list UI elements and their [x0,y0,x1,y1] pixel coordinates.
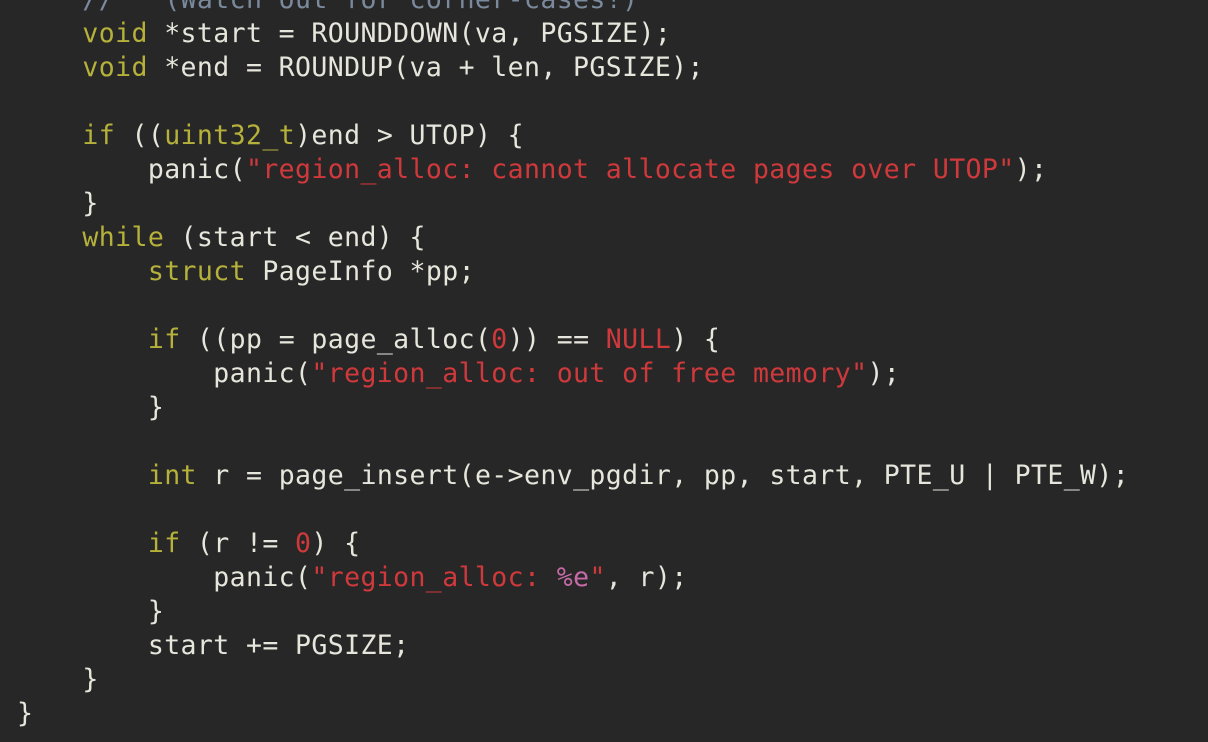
code-token: void [82,18,148,49]
code-line: if (r != 0) { [17,527,360,561]
code-token: ((pp = page_alloc( [180,324,492,355]
code-line: panic("region_alloc: cannot allocate pag… [17,153,1047,187]
code-token: (start < end) { [164,222,426,253]
code-token: // (Watch out for corner-cases!) [82,0,638,15]
code-line: start += PGSIZE; [17,629,410,663]
code-token: " [589,562,606,593]
code-line: } [17,663,99,697]
code-token: )end > UTOP) { [295,120,525,151]
code-token: )) == [507,324,606,355]
code-line: panic("region_alloc: %e", r); [17,561,688,595]
code-token: } [17,188,99,219]
code-token: if [147,324,181,355]
code-line: // (Watch out for corner-cases!) [17,0,638,17]
code-line: void *start = ROUNDDOWN(va, PGSIZE); [17,17,671,51]
code-token: "region_alloc: [311,562,557,593]
code-token: panic( [17,154,246,185]
code-token: NULL [605,324,672,355]
code-line: void *end = ROUNDUP(va + len, PGSIZE); [17,51,704,85]
code-token: if [147,528,181,559]
code-token: ) { [311,528,361,559]
code-token: void [82,52,148,83]
code-line: struct PageInfo *pp; [17,255,475,289]
code-token: start += PGSIZE; [17,630,410,661]
code-token: int [147,460,197,491]
code-token: 0 [295,528,312,559]
code-line: int r = page_insert(e->env_pgdir, pp, st… [17,459,1129,493]
code-token: } [17,664,99,695]
code-line: } [17,187,99,221]
code-line: } [17,697,33,731]
code-token: *end = ROUNDUP(va + len, PGSIZE); [147,52,704,83]
code-token: ) { [671,324,721,355]
code-token: panic( [17,562,312,593]
code-token: if [82,120,116,151]
code-token: } [17,392,165,423]
code-token: PageInfo *pp; [245,256,475,287]
code-token: while [82,222,165,253]
code-token: %e [556,562,590,593]
code-line: while (start < end) { [17,221,426,255]
code-token: "region_alloc: out of free memory" [311,358,868,389]
code-token: 0 [491,324,508,355]
code-line: panic("region_alloc: out of free memory"… [17,357,900,391]
code-token: (( [115,120,165,151]
code-token: (r != [180,528,296,559]
code-token: } [17,596,165,627]
code-token: uint32_t [164,120,296,151]
code-token: , r); [605,562,688,593]
code-line: if ((uint32_t)end > UTOP) { [17,119,524,153]
code-line: if ((pp = page_alloc(0)) == NULL) { [17,323,720,357]
code-editor[interactable]: // (Watch out for corner-cases!) void *s… [0,0,1208,742]
code-token: panic( [17,358,312,389]
code-token: ); [867,358,901,389]
code-token: "region_alloc: cannot allocate pages ove… [245,154,1015,185]
code-line: } [17,391,164,425]
code-token: *start = ROUNDDOWN(va, PGSIZE); [147,18,672,49]
code-line: } [17,595,164,629]
code-token: struct [147,256,246,287]
code-token: r = page_insert(e->env_pgdir, pp, start,… [196,460,1130,491]
code-token: } [17,698,34,729]
code-token: ); [1014,154,1048,185]
